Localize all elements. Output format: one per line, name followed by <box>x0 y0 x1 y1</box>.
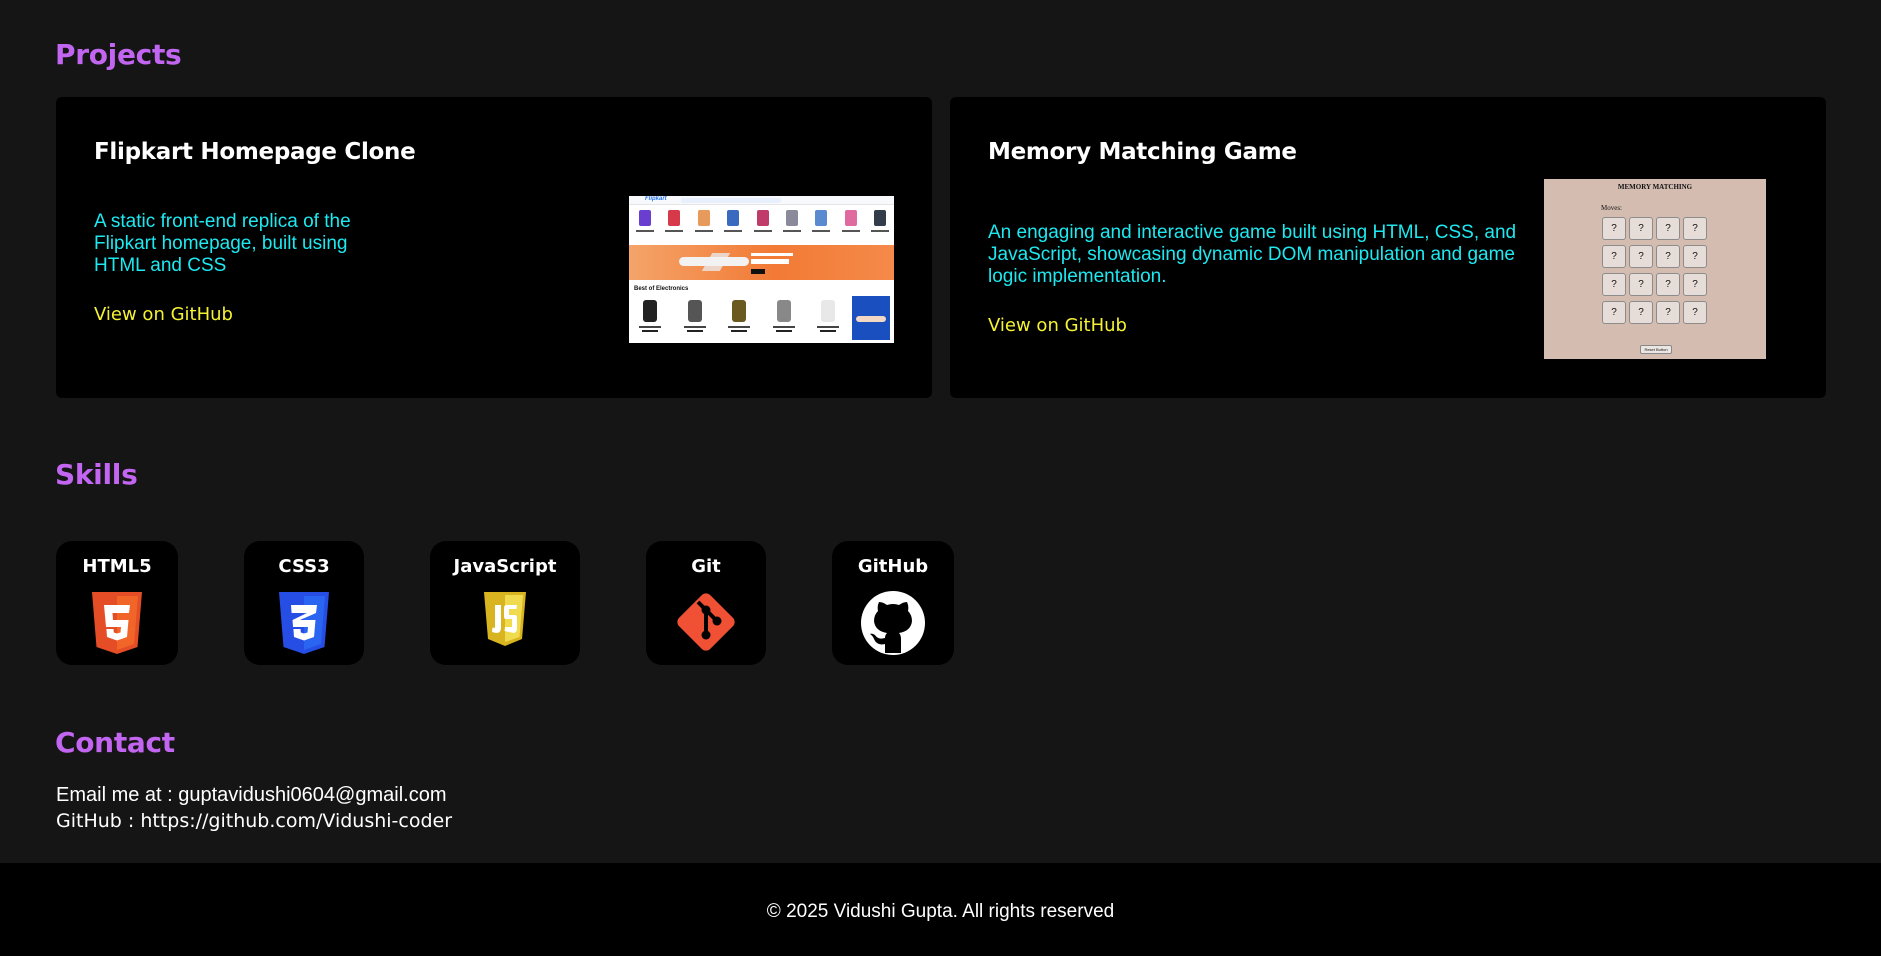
preview-reset: Reset Button <box>1640 345 1672 354</box>
footer: © 2025 Vidushi Gupta. All rights reserve… <box>0 863 1881 956</box>
skill-name: Git <box>691 556 721 577</box>
preview-grid: ???? ???? ???? ???? <box>1602 217 1707 324</box>
skill-name: CSS3 <box>278 556 330 577</box>
skill-name: HTML5 <box>82 556 152 577</box>
project-description: An engaging and interactive game built u… <box>988 222 1517 287</box>
contact-heading: Contact <box>55 726 175 759</box>
contact-email[interactable]: Email me at : guptavidushi0604@gmail.com <box>56 784 447 807</box>
skill-card-github: GitHub <box>832 541 954 665</box>
github-link[interactable]: View on GitHub <box>988 315 1127 336</box>
skill-card-javascript: JavaScript <box>430 541 580 665</box>
project-card-memory-game: Memory Matching Game An engaging and int… <box>950 97 1826 398</box>
skill-card-html5: HTML5 <box>56 541 178 665</box>
project-title: Flipkart Homepage Clone <box>94 139 416 165</box>
preview-logo: Flipkart <box>645 196 667 202</box>
project-preview-image: MEMORY MATCHING Moves: ???? ???? ???? ??… <box>1544 179 1766 359</box>
project-preview-image: Flipkart Best of Electronics <box>629 196 894 343</box>
html5-icon <box>92 592 142 654</box>
footer-copyright: © 2025 Vidushi Gupta. All rights reserve… <box>766 901 1115 922</box>
skills-heading: Skills <box>55 458 138 491</box>
projects-heading: Projects <box>55 38 182 71</box>
contact-github-link[interactable]: GitHub : https://github.com/Vidushi-code… <box>56 810 452 832</box>
project-title: Memory Matching Game <box>988 139 1297 165</box>
preview-section-title: Best of Electronics <box>634 286 689 292</box>
project-card-flipkart: Flipkart Homepage Clone A static front-e… <box>56 97 932 398</box>
preview-moves: Moves: <box>1601 204 1622 212</box>
github-icon <box>861 591 925 655</box>
skill-card-css3: CSS3 <box>244 541 364 665</box>
git-icon <box>677 593 735 651</box>
github-link[interactable]: View on GitHub <box>94 304 233 325</box>
preview-title: MEMORY MATCHING <box>1617 183 1693 191</box>
skill-card-git: Git <box>646 541 766 665</box>
javascript-icon <box>484 592 526 646</box>
project-description: A static front-end replica of the Flipka… <box>94 211 351 276</box>
skill-name: GitHub <box>857 556 929 577</box>
css3-icon <box>279 592 329 654</box>
skill-name: JavaScript <box>453 556 557 577</box>
